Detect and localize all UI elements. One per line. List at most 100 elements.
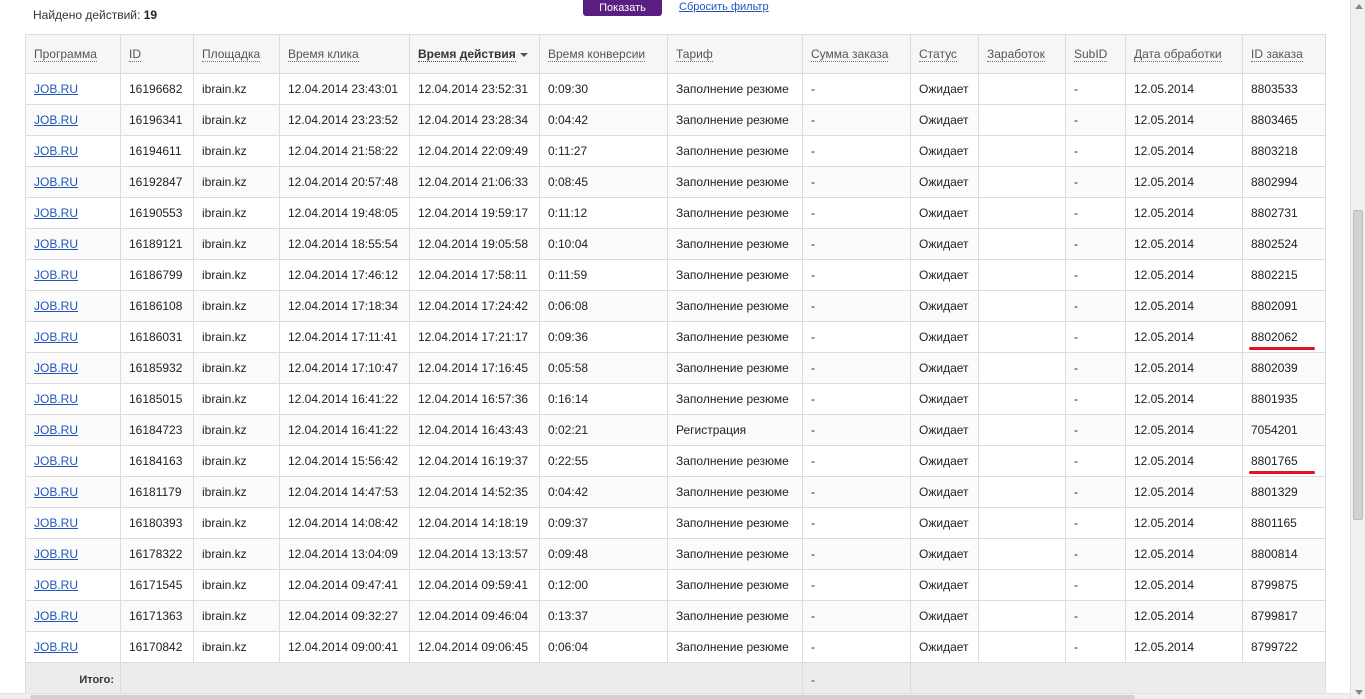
vertical-scrollbar[interactable] (1350, 0, 1365, 699)
program-link[interactable]: JOB.RU (34, 547, 78, 561)
cell-processing-date: 12.05.2014 (1125, 259, 1243, 291)
reset-filter-link[interactable]: Сбросить фильтр (679, 1, 769, 13)
cell-status: Ожидает (910, 228, 979, 260)
cell-order-id: 8802215 (1242, 259, 1326, 291)
cell-tariff: Заполнение резюме (667, 197, 803, 229)
column-header-subid[interactable]: SubID (1065, 34, 1126, 74)
cell-processing-date: 12.05.2014 (1125, 631, 1243, 663)
cell-site: ibrain.kz (193, 600, 280, 632)
cell-site: ibrain.kz (193, 290, 280, 322)
cell-conversion-time: 0:22:55 (539, 445, 668, 477)
column-header-order-id[interactable]: ID заказа (1242, 34, 1326, 74)
scroll-up-arrow-icon[interactable] (1355, 4, 1363, 9)
cell-status: Ожидает (910, 104, 979, 136)
cell-site: ibrain.kz (193, 352, 280, 384)
program-link[interactable]: JOB.RU (34, 485, 78, 499)
cell-tariff: Заполнение резюме (667, 228, 803, 260)
table-row: JOB.RU 16194611 ibrain.kz 12.04.2014 21:58:… (25, 135, 1326, 167)
horizontal-scrollbar[interactable] (0, 693, 1350, 699)
column-header-label: Площадка (202, 47, 261, 62)
program-link[interactable]: JOB.RU (34, 206, 78, 220)
program-link[interactable]: JOB.RU (34, 578, 78, 592)
cell-order-id: 8801329 (1242, 476, 1326, 508)
program-link[interactable]: JOB.RU (34, 113, 78, 127)
cell-status: Ожидает (910, 135, 979, 167)
program-link[interactable]: JOB.RU (34, 609, 78, 623)
column-header-click-time[interactable]: Время клика (279, 34, 410, 74)
column-header-order-sum[interactable]: Сумма заказа (802, 34, 911, 74)
column-header-label: Тариф (676, 47, 713, 62)
cell-tariff: Заполнение резюме (667, 476, 803, 508)
cell-subid: - (1065, 228, 1126, 260)
program-link[interactable]: JOB.RU (34, 330, 78, 344)
cell-conversion-time: 0:11:59 (539, 259, 668, 291)
cell-site: ibrain.kz (193, 476, 280, 508)
cell-action-time: 12.04.2014 16:19:37 (409, 445, 540, 477)
cell-id: 16170842 (120, 631, 194, 663)
cell-click-time: 12.04.2014 23:23:52 (279, 104, 410, 136)
totals-order-sum: - (802, 662, 911, 697)
program-link[interactable]: JOB.RU (34, 516, 78, 530)
cell-earnings (978, 352, 1066, 384)
column-header-action-time[interactable]: Время действия (409, 34, 540, 74)
program-link[interactable]: JOB.RU (34, 175, 78, 189)
cell-subid: - (1065, 445, 1126, 477)
column-header-id[interactable]: ID (120, 34, 194, 74)
program-link[interactable]: JOB.RU (34, 82, 78, 96)
cell-order-id: 8799817 (1242, 600, 1326, 632)
column-header-site[interactable]: Площадка (193, 34, 280, 74)
cell-order-id: 8803465 (1242, 104, 1326, 136)
cell-order-id: 8802039 (1242, 352, 1326, 384)
cell-order-sum: - (802, 321, 911, 353)
cell-click-time: 12.04.2014 17:18:34 (279, 290, 410, 322)
cell-id: 16196341 (120, 104, 194, 136)
column-header-tariff[interactable]: Тариф (667, 34, 803, 74)
column-header-conversion-time[interactable]: Время конверсии (539, 34, 668, 74)
red-underline-marker (1249, 471, 1315, 474)
cell-id: 16185015 (120, 383, 194, 415)
program-link[interactable]: JOB.RU (34, 361, 78, 375)
program-link[interactable]: JOB.RU (34, 392, 78, 406)
cell-order-id: 8802994 (1242, 166, 1326, 198)
cell-click-time: 12.04.2014 09:47:41 (279, 569, 410, 601)
cell-click-time: 12.04.2014 16:41:22 (279, 414, 410, 446)
cell-order-sum: - (802, 73, 911, 105)
cell-processing-date: 12.05.2014 (1125, 445, 1243, 477)
cell-action-time: 12.04.2014 17:24:42 (409, 290, 540, 322)
program-link[interactable]: JOB.RU (34, 144, 78, 158)
program-link[interactable]: JOB.RU (34, 299, 78, 313)
column-header-program[interactable]: Программа (25, 34, 121, 74)
horizontal-scroll-thumb[interactable] (30, 695, 1135, 699)
column-header-processing-date[interactable]: Дата обработки (1125, 34, 1243, 74)
cell-click-time: 12.04.2014 19:48:05 (279, 197, 410, 229)
cell-earnings (978, 104, 1066, 136)
scroll-down-arrow-icon[interactable] (1355, 690, 1363, 695)
vertical-scroll-thumb[interactable] (1353, 210, 1363, 520)
column-header-status[interactable]: Статус (910, 34, 979, 74)
cell-program: JOB.RU (25, 259, 121, 291)
program-link[interactable]: JOB.RU (34, 237, 78, 251)
cell-tariff: Заполнение резюме (667, 538, 803, 570)
cell-order-id: 8799722 (1242, 631, 1326, 663)
program-link[interactable]: JOB.RU (34, 423, 78, 437)
cell-processing-date: 12.05.2014 (1125, 197, 1243, 229)
cell-site: ibrain.kz (193, 166, 280, 198)
show-button[interactable]: Показать (583, 0, 662, 16)
totals-label: Итого: (25, 662, 121, 697)
table-row: JOB.RU 16196682 ibrain.kz 12.04.2014 23:43:… (25, 73, 1326, 105)
cell-site: ibrain.kz (193, 259, 280, 291)
cell-subid: - (1065, 352, 1126, 384)
cell-earnings (978, 135, 1066, 167)
cell-tariff: Заполнение резюме (667, 166, 803, 198)
program-link[interactable]: JOB.RU (34, 268, 78, 282)
cell-status: Ожидает (910, 321, 979, 353)
cell-earnings (978, 197, 1066, 229)
cell-processing-date: 12.05.2014 (1125, 476, 1243, 508)
program-link[interactable]: JOB.RU (34, 640, 78, 654)
cell-click-time: 12.04.2014 21:58:22 (279, 135, 410, 167)
program-link[interactable]: JOB.RU (34, 454, 78, 468)
cell-order-sum: - (802, 104, 911, 136)
column-header-earnings[interactable]: Заработок (978, 34, 1066, 74)
cell-earnings (978, 476, 1066, 508)
cell-status: Ожидает (910, 383, 979, 415)
